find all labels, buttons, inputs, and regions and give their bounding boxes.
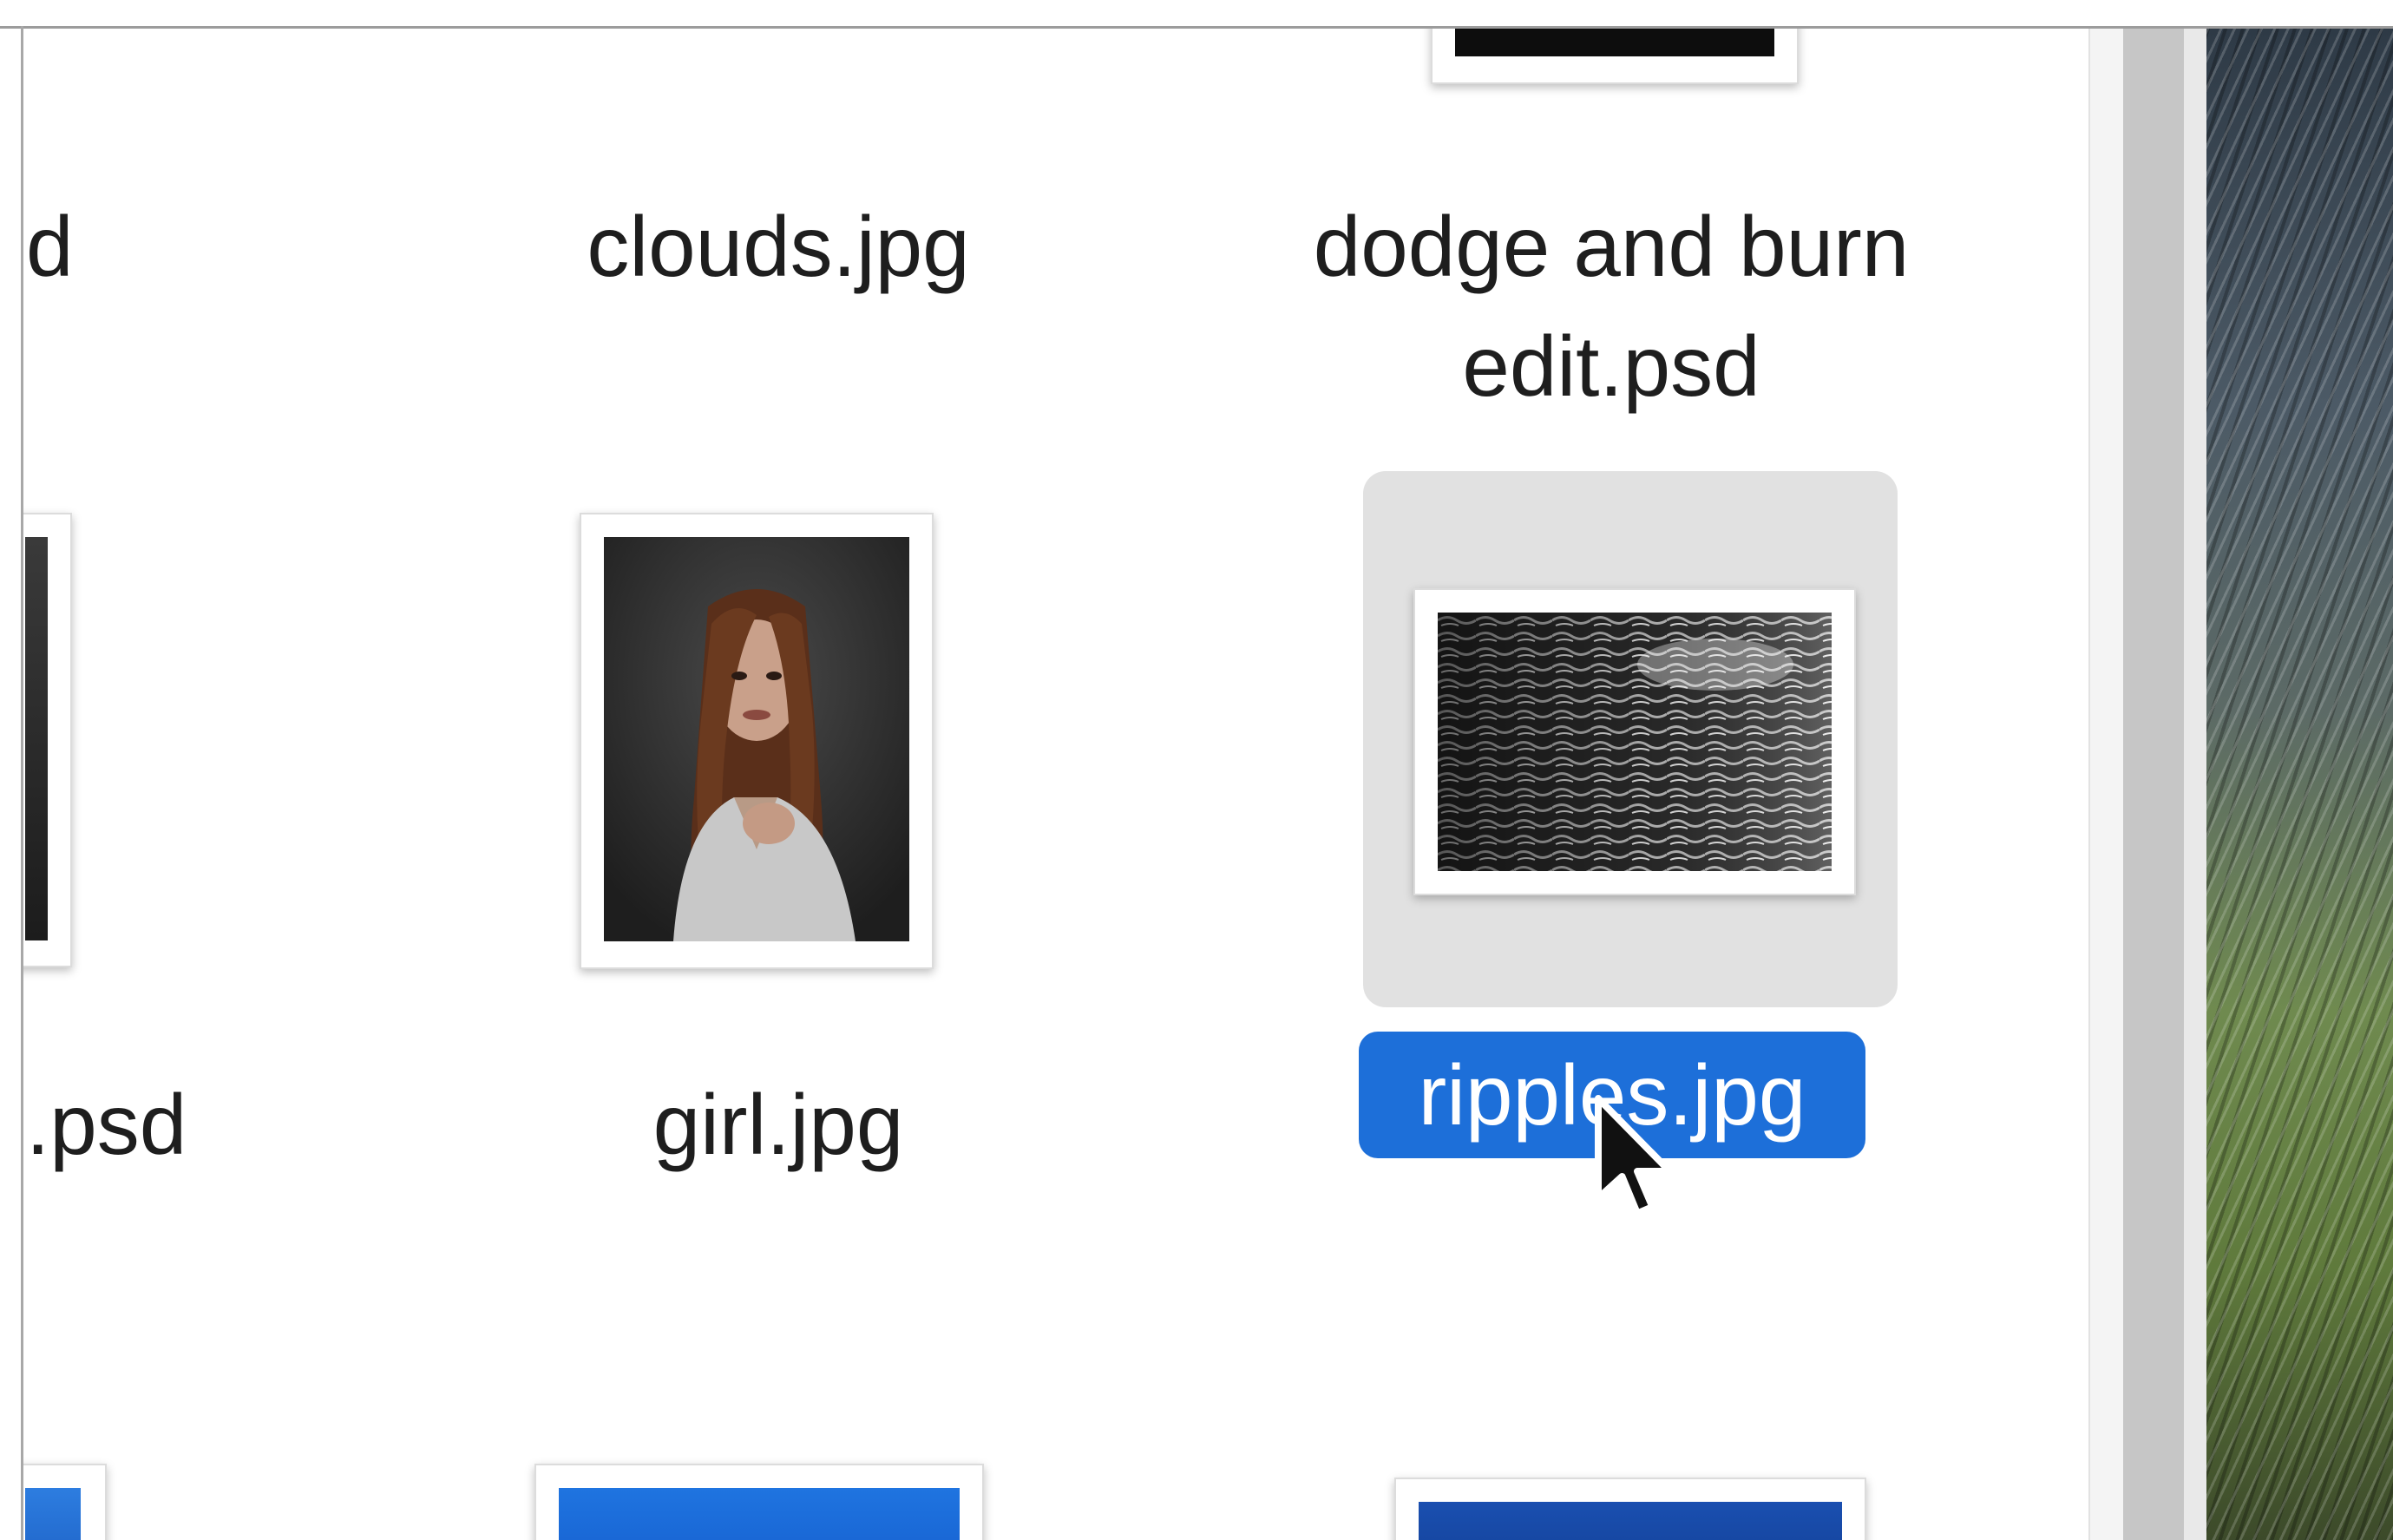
scrollbar-track[interactable] xyxy=(2088,29,2125,1540)
arrow-pointer-icon xyxy=(1595,1095,1674,1217)
file-label-clouds[interactable]: clouds.jpg xyxy=(509,187,1047,306)
ripples-water-image xyxy=(1438,613,1832,871)
window-right-edge xyxy=(2184,29,2206,1540)
window-top-border xyxy=(0,0,2393,29)
file-thumbnail-dodge-and-burn[interactable] xyxy=(1431,29,1799,84)
file-thumbnail-row3-middle[interactable] xyxy=(534,1464,984,1540)
file-label-girl[interactable]: girl.jpg xyxy=(561,1065,995,1184)
file-label-dodge-and-burn-line1[interactable]: dodge and burn xyxy=(1256,187,1967,306)
girl-portrait-image xyxy=(604,537,909,941)
file-thumbnail-row3-right[interactable] xyxy=(1394,1478,1866,1540)
desktop-wallpaper xyxy=(2206,29,2393,1540)
file-thumbnail-row3-left[interactable] xyxy=(23,1464,107,1540)
file-thumbnail-partial-left[interactable] xyxy=(23,513,72,967)
file-label-dodge-and-burn-line2[interactable]: edit.psd xyxy=(1256,306,1967,426)
file-thumbnail-girl[interactable] xyxy=(580,513,934,969)
file-thumbnail-ripples[interactable] xyxy=(1413,588,1856,895)
finder-icon-grid: d clouds.jpg dodge and burn edit.psd .ps… xyxy=(23,29,2088,1540)
file-label-partial-left[interactable]: d xyxy=(26,187,95,306)
file-label-partial-left-psd[interactable]: .psd xyxy=(26,1065,217,1184)
scrollbar-thumb[interactable] xyxy=(2123,29,2184,1540)
